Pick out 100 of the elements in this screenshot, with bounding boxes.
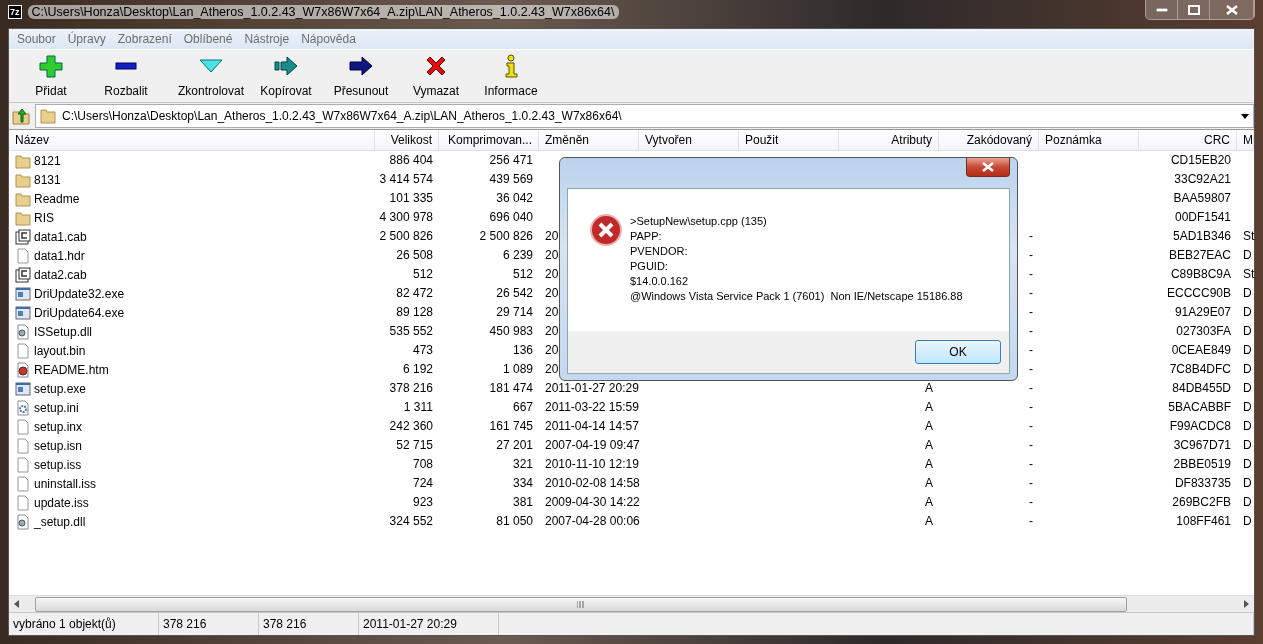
- table-cell: -: [1029, 286, 1033, 301]
- file-name: _setup.dll: [34, 514, 86, 529]
- horizontal-scrollbar[interactable]: [9, 595, 1254, 612]
- column-header[interactable]: M: [1237, 130, 1254, 150]
- menu-item[interactable]: Soubor: [11, 32, 62, 46]
- scroll-left-icon[interactable]: [13, 600, 21, 608]
- table-cell: 00DF1541: [1174, 210, 1231, 225]
- table-cell: D: [1243, 343, 1252, 358]
- table-cell: 20: [545, 343, 559, 358]
- table-cell: 91A29E07: [1174, 305, 1231, 320]
- column-header[interactable]: Použit: [739, 130, 839, 150]
- table-cell: D: [1243, 362, 1252, 377]
- blank-file-icon: [15, 437, 31, 454]
- error-icon: [590, 214, 622, 246]
- message-text: $14.0.0.162: [630, 274, 689, 289]
- menu-item[interactable]: Oblíbené: [177, 32, 239, 46]
- column-header[interactable]: Vytvořen: [639, 130, 739, 150]
- file-name: DriUpdate32.exe: [34, 286, 125, 301]
- table-cell: 378 216: [389, 381, 433, 396]
- table-cell: 2 500 826: [479, 229, 533, 244]
- table-cell: 381: [512, 495, 533, 510]
- toolbar-button[interactable]: Kopírovat: [251, 52, 321, 100]
- arrow-right-icon: [273, 54, 299, 78]
- status-text: 378 216: [259, 613, 359, 635]
- close-button[interactable]: [966, 158, 1010, 177]
- up-folder-icon[interactable]: [11, 106, 31, 126]
- folder-icon: [15, 209, 31, 226]
- table-cell: D: [1243, 305, 1252, 320]
- table-cell: 3C967D71: [1173, 438, 1231, 453]
- column-header[interactable]: Atributy: [839, 130, 939, 150]
- table-cell: A: [925, 419, 933, 434]
- table-cell: 4 300 978: [379, 210, 433, 225]
- table-cell: 473: [412, 343, 433, 358]
- table-cell: 20: [545, 229, 559, 244]
- file-name: DriUpdate64.exe: [34, 305, 125, 320]
- grip-icon: [577, 600, 585, 608]
- folder-icon: [15, 171, 31, 188]
- table-cell: -: [1029, 381, 1033, 396]
- program-icon: [15, 380, 31, 397]
- table-cell: 2007-04-19 09:47: [545, 438, 640, 453]
- ok-button[interactable]: OK: [915, 340, 1001, 364]
- table-cell: BEB27EAC: [1168, 248, 1231, 263]
- message-text: PGUID:: [630, 259, 668, 274]
- toolbar-button[interactable]: Rozbalit: [81, 52, 171, 100]
- table-cell: D: [1243, 419, 1252, 434]
- file-name: data1.cab: [34, 229, 87, 244]
- blank-file-icon: [15, 456, 31, 473]
- toolbar-button[interactable]: Vymazat: [401, 52, 471, 100]
- menu-item[interactable]: Úpravy: [61, 32, 112, 46]
- column-header[interactable]: Poznámka: [1039, 130, 1139, 150]
- scroll-right-icon[interactable]: [1242, 600, 1250, 608]
- menu-item[interactable]: Nápověda: [295, 32, 362, 46]
- table-cell: 256 471: [489, 153, 533, 168]
- folder-icon: [15, 190, 31, 207]
- table-cell: -: [1029, 438, 1033, 453]
- table-cell: A: [925, 381, 933, 396]
- table-cell: 2009-04-30 14:22: [545, 495, 640, 510]
- toolbar-button[interactable]: Zkontrolovat: [171, 52, 251, 100]
- table-cell: A: [925, 514, 933, 529]
- column-header[interactable]: Zakódovaný: [939, 130, 1039, 150]
- file-name: uninstall.iss: [34, 476, 97, 491]
- file-name: ISSetup.dll: [34, 324, 93, 339]
- menu-item[interactable]: Zobrazení: [111, 32, 178, 46]
- column-header[interactable]: Komprimovan...: [439, 130, 539, 150]
- table-cell: A: [925, 400, 933, 415]
- table-cell: 20: [545, 362, 559, 377]
- table-cell: 2BBE0519: [1173, 457, 1231, 472]
- table-cell: D: [1243, 324, 1252, 339]
- column-header[interactable]: Velikost: [375, 130, 439, 150]
- table-cell: -: [1029, 229, 1033, 244]
- folder-icon: [40, 108, 56, 124]
- minimize-button[interactable]: [1146, 0, 1178, 19]
- column-header[interactable]: CRC: [1139, 130, 1237, 150]
- table-cell: A: [925, 476, 933, 491]
- column-header[interactable]: Změněn: [539, 130, 639, 150]
- status-text: vybráno 1 objekt(ů): [9, 613, 159, 635]
- file-name: setup.inx: [34, 419, 83, 434]
- menu-item[interactable]: Nástroje: [238, 32, 296, 46]
- table-cell: 3 414 574: [379, 172, 433, 187]
- table-cell: D: [1243, 400, 1252, 415]
- maximize-button[interactable]: [1178, 0, 1210, 19]
- table-cell: -: [1029, 495, 1033, 510]
- table-cell: 2007-04-28 00:06: [545, 514, 640, 529]
- table-cell: -: [1029, 419, 1033, 434]
- column-header[interactable]: Název: [9, 130, 375, 150]
- file-name: update.iss: [34, 495, 89, 510]
- table-cell: -: [1029, 324, 1033, 339]
- address-field[interactable]: C:\Users\Honza\Desktop\Lan_Atheros_1.0.2.43_W7x86W7x64_A.zip\LAN_Atheros_1.0.2.43_W7x86x64\: [35, 104, 1254, 128]
- toolbar-button[interactable]: Informace: [471, 52, 551, 100]
- table-cell: 886 404: [389, 153, 433, 168]
- table-cell: C89B8C9A: [1170, 267, 1231, 282]
- table-cell: 2 500 826: [379, 229, 433, 244]
- table-cell: A: [925, 438, 933, 453]
- blank-file-icon: [15, 342, 31, 359]
- table-cell: 450 983: [489, 324, 533, 339]
- toolbar-button[interactable]: Přidat: [21, 52, 81, 100]
- folder-icon: [15, 152, 31, 169]
- dropdown-arrow-icon[interactable]: [1241, 113, 1249, 119]
- toolbar-button[interactable]: Přesunout: [321, 52, 401, 100]
- table-cell: ECCCC90B: [1166, 286, 1231, 301]
